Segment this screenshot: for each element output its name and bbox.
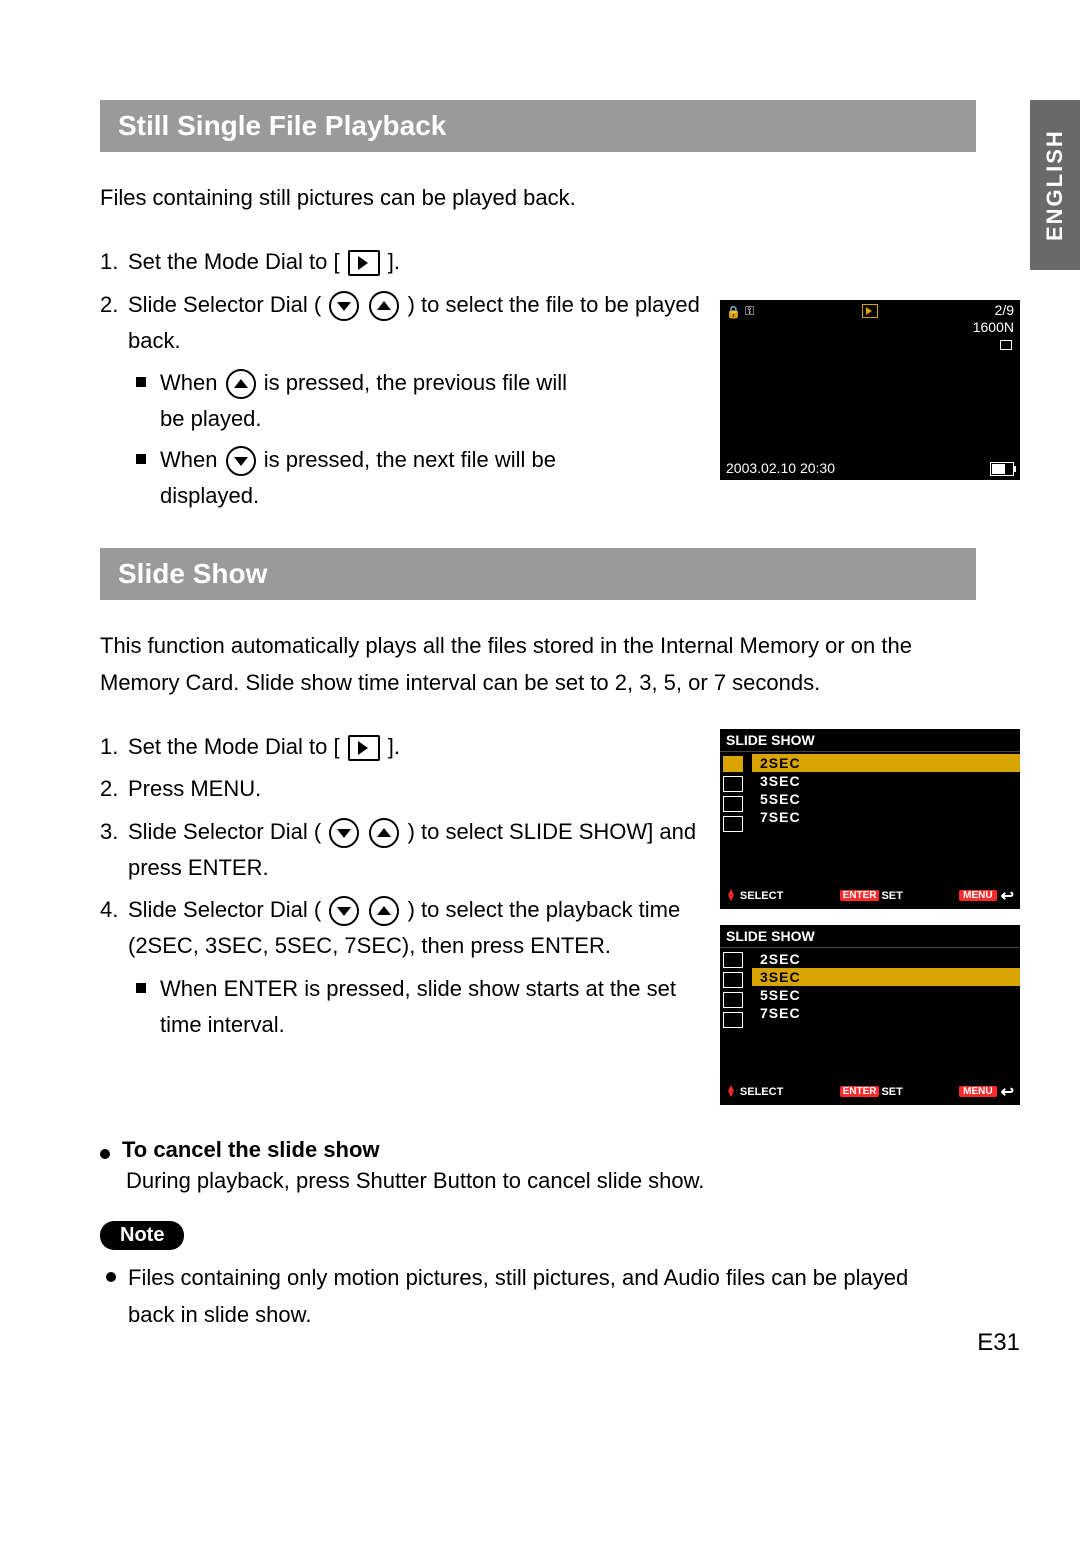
up-arrow-icon: [226, 369, 256, 399]
note-text-row: Files containing only motion pictures, s…: [106, 1260, 926, 1333]
step1-text-post: ].: [388, 249, 400, 274]
section2-intro: This function automatically plays all th…: [100, 628, 970, 701]
resolution-label: 1600N: [973, 319, 1014, 336]
menu-title: SLIDE SHOW: [720, 925, 1020, 948]
section-header-playback: Still Single File Playback: [100, 100, 976, 152]
battery-icon: [990, 462, 1014, 476]
menu-tab-icon: [723, 1012, 743, 1028]
page-number: E31: [977, 1329, 1020, 1357]
footer-menu-badge: MENU: [959, 890, 996, 901]
menu-tab-icon: [723, 992, 743, 1008]
cancel-text: During playback, press Shutter Button to…: [126, 1163, 996, 1199]
playback-screen-illustration: 🔒 ⚿ 2/9 1600N 2003.02.10 20:30: [720, 300, 1020, 480]
section1-steps-block: 1. Set the Mode Dial to [ ]. 2. Slide Se…: [100, 244, 1020, 518]
down-arrow-icon: [226, 446, 256, 476]
select-arrows-icon: ▲▼: [726, 1086, 736, 1098]
s2-step-3: 3. Slide Selector Dial ( ) to select SLI…: [100, 814, 702, 887]
file-counter: 2/9: [973, 302, 1014, 319]
s2-step-1: 1. Set the Mode Dial to [ ].: [100, 729, 702, 765]
circle-bullet-icon: [100, 1149, 110, 1159]
step2-sub-b: When is pressed, the next file will be d…: [136, 442, 596, 515]
circle-bullet-icon: [106, 1272, 116, 1282]
square-bullet-icon: [136, 377, 146, 387]
playback-mode-icon: [348, 250, 380, 276]
section2-steps-block: 1. Set the Mode Dial to [ ]. 2. Press ME…: [100, 729, 1020, 1121]
note-badge: Note: [100, 1221, 184, 1250]
lock-icon: 🔒: [726, 305, 741, 319]
step-2: 2. Slide Selector Dial ( ) to select the…: [100, 287, 702, 360]
step1-text-pre: Set the Mode Dial to [: [128, 249, 346, 274]
menu-tab-icon: [723, 796, 743, 812]
sub-b-post: is pressed, the next file will be displa…: [160, 447, 556, 508]
footer-menu-badge: MENU: [959, 1086, 996, 1097]
menu-tab-icon: [723, 756, 743, 772]
manual-page: ENGLISH Still Single File Playback Files…: [0, 0, 1080, 1397]
sub-a-post: is pressed, the previous file will be pl…: [160, 370, 567, 431]
section-header-slideshow: Slide Show: [100, 548, 976, 600]
up-arrow-icon: [369, 896, 399, 926]
key-icon: ⚿: [745, 304, 754, 319]
timestamp-label: 2003.02.10 20:30: [726, 460, 835, 476]
select-arrows-icon: ▲▼: [726, 890, 736, 902]
step2-sub-a: When is pressed, the previous file will …: [136, 365, 596, 438]
step2-text-pre: Slide Selector Dial (: [128, 292, 327, 317]
menu-tab-icon: [723, 972, 743, 988]
footer-select: SELECT: [740, 1086, 783, 1098]
return-arrow-icon: ↩: [1001, 1082, 1014, 1102]
s2-step3-pre: Slide Selector Dial (: [128, 819, 327, 844]
cancel-heading: To cancel the slide show: [100, 1137, 1020, 1163]
footer-enter-badge: ENTER: [840, 890, 880, 901]
language-tab: ENGLISH: [1030, 100, 1080, 270]
s2-step1-post: ].: [388, 734, 400, 759]
return-arrow-icon: ↩: [1001, 886, 1014, 906]
menu-side-icons: [720, 752, 752, 836]
s2-step-4: 4. Slide Selector Dial ( ) to select the…: [100, 892, 702, 965]
menu-tab-icon: [723, 816, 743, 832]
menu-tab-icon: [723, 776, 743, 792]
down-arrow-icon: [329, 818, 359, 848]
s2-step4-pre: Slide Selector Dial (: [128, 897, 327, 922]
down-arrow-icon: [329, 896, 359, 926]
footer-set: SET: [881, 1086, 902, 1098]
up-arrow-icon: [369, 291, 399, 321]
s2-step4-sub: When ENTER is pressed, slide show starts…: [136, 971, 702, 1044]
footer-set: SET: [881, 890, 902, 902]
sub-a-pre: When: [160, 370, 217, 395]
menu-option: 7SEC: [752, 808, 1020, 826]
section1-intro: Files containing still pictures can be p…: [100, 180, 970, 216]
s2-step-2: 2. Press MENU.: [100, 771, 702, 807]
s2-step1-pre: Set the Mode Dial to [: [128, 734, 346, 759]
menu-option: 2SEC: [752, 754, 1020, 772]
slideshow-menu-screen-1: SLIDE SHOW 2SEC 3SEC 5SEC 7SEC: [720, 729, 1020, 909]
sub-b-pre: When: [160, 447, 217, 472]
menu-option: 5SEC: [752, 790, 1020, 808]
menu-option: 3SEC: [752, 968, 1020, 986]
step-1: 1. Set the Mode Dial to [ ].: [100, 244, 702, 280]
footer-select: SELECT: [740, 890, 783, 902]
footer-enter-badge: ENTER: [840, 1086, 880, 1097]
square-bullet-icon: [136, 454, 146, 464]
menu-tab-icon: [723, 952, 743, 968]
play-indicator-icon: [862, 304, 878, 318]
menu-option: 2SEC: [752, 950, 1020, 968]
menu-side-icons: [720, 948, 752, 1032]
up-arrow-icon: [369, 818, 399, 848]
menu-title: SLIDE SHOW: [720, 729, 1020, 752]
square-bullet-icon: [136, 983, 146, 993]
menu-option: 7SEC: [752, 1004, 1020, 1022]
playback-mode-icon: [348, 735, 380, 761]
menu-option: 3SEC: [752, 772, 1020, 790]
menu-option: 5SEC: [752, 986, 1020, 1004]
camera-icon: [1000, 340, 1012, 350]
down-arrow-icon: [329, 291, 359, 321]
slideshow-menu-screen-2: SLIDE SHOW 2SEC 3SEC 5SEC 7SEC: [720, 925, 1020, 1105]
